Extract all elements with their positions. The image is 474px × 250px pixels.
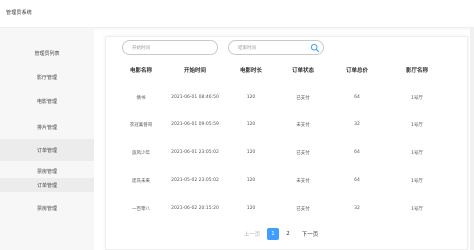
table-cell: 1号厅: [411, 207, 423, 212]
table-cell: 已支付: [296, 207, 310, 212]
sidebar-item-boxoffice-management-2[interactable]: 票房管理: [0, 197, 94, 219]
sidebar-item-hall-management[interactable]: 影厅管理: [0, 66, 94, 88]
sidebar-item-schedule-management[interactable]: 排片管理: [0, 116, 94, 138]
start-time-input[interactable]: [132, 44, 202, 52]
table-cell: 64: [354, 178, 360, 183]
sidebar: 管理员列表 影厅管理 电影管理 排片管理 订单管理 票房管理 订单管理 票房管理: [0, 28, 94, 250]
page-2-button[interactable]: 2: [282, 228, 294, 240]
table-cell: 未支付: [296, 123, 310, 128]
table-cell: 未支付: [296, 179, 310, 184]
end-time-field[interactable]: [228, 40, 324, 55]
table-cell: 1号厅: [411, 179, 423, 184]
column-header-order-status: 订单状态: [291, 68, 315, 74]
table-cell: 2021-06-01 09:05:59: [171, 122, 219, 127]
sidebar-item-boxoffice-management[interactable]: 票房管理: [0, 164, 94, 178]
table-cell: 1号厅: [411, 151, 423, 156]
sidebar-item-order-management[interactable]: 订单管理: [0, 139, 94, 161]
table-cell: 64: [354, 95, 360, 100]
table-cell: 1号厅: [411, 96, 423, 101]
next-page-button[interactable]: 下一页: [296, 228, 324, 240]
table-cell: 衣冠禽兽哥: [129, 123, 153, 128]
sidebar-item-admin-list[interactable]: 管理员列表: [0, 42, 94, 64]
table-cell: 已支付: [296, 96, 310, 101]
page-1-button[interactable]: 1: [267, 228, 279, 240]
table-cell: 120: [246, 178, 256, 183]
sidebar-item-movie-management[interactable]: 电影管理: [0, 90, 94, 112]
column-header-movie-name: 电影名称: [129, 68, 153, 74]
table-cell: 120: [246, 122, 256, 127]
table-cell: 已支付: [296, 151, 310, 156]
table-cell: 一百零八: [132, 207, 150, 212]
column-header-duration: 电影时长: [239, 68, 263, 74]
table-cell: 32: [354, 122, 360, 127]
end-time-input[interactable]: [238, 44, 308, 52]
table-cell: 32: [354, 206, 360, 211]
table-cell: 2021-06-02 20:15:20: [171, 206, 219, 211]
start-time-field[interactable]: [122, 40, 218, 55]
table-cell: 旋风少年: [132, 151, 150, 156]
table-cell: 120: [246, 95, 256, 100]
search-icon[interactable]: [310, 43, 320, 53]
table-cell: 庞氏未来: [132, 179, 150, 184]
app-title: 管理员系统: [6, 10, 33, 16]
top-bar: 管理员系统: [0, 0, 474, 28]
table-cell: 倩书: [136, 96, 146, 101]
column-header-start-time: 开始时间: [183, 68, 207, 74]
table-cell: 120: [246, 206, 256, 211]
sidebar-item-order-management-2[interactable]: 订单管理: [0, 178, 94, 192]
table-cell: 2021-06-01 08:46:50: [171, 95, 219, 100]
table-cell: 2021-06-01 23:05:02: [171, 150, 219, 155]
table-cell: 120: [246, 150, 256, 155]
table-cell: 2021-05-02 23:05:02: [171, 178, 219, 183]
table-cell: 1号厅: [411, 123, 423, 128]
previous-page-button[interactable]: 上一页: [238, 228, 266, 240]
scrollbar[interactable]: [470, 28, 474, 250]
column-header-order-total: 订单总价: [345, 68, 369, 74]
table-cell: 64: [354, 150, 360, 155]
column-header-hall-name: 影厅名称: [405, 68, 429, 74]
